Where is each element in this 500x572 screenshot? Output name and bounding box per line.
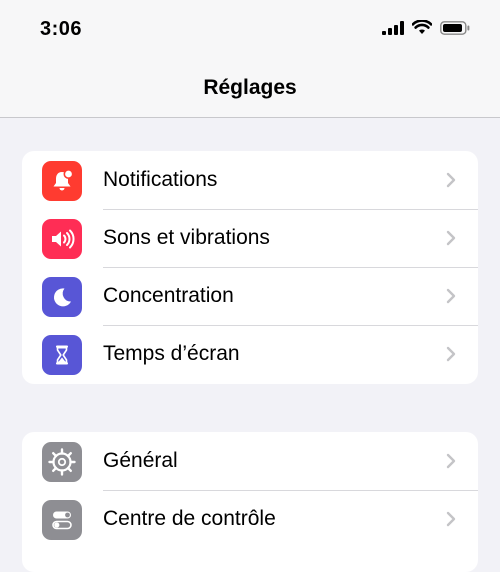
navigation-bar: Réglages — [0, 60, 500, 118]
settings-group-system: Général Centre de contrôle — [22, 432, 478, 572]
settings-row-label: Centre de contrôle — [103, 507, 276, 530]
focus-icon-tile — [42, 277, 82, 317]
screen-time-icon-tile — [42, 335, 82, 375]
toggles-icon — [52, 511, 72, 530]
settings-row-label: Temps d’écran — [103, 342, 240, 365]
cellular-signal-icon — [382, 20, 404, 35]
control-center-icon-tile — [42, 500, 82, 540]
settings-row-screen-time[interactable]: Temps d’écran — [22, 325, 478, 383]
battery-icon — [440, 20, 470, 35]
speaker-icon — [52, 229, 75, 249]
chevron-right-icon — [446, 288, 456, 304]
bell-badge-icon — [53, 169, 74, 191]
settings-row-general[interactable]: Général — [22, 432, 478, 490]
moon-icon — [54, 288, 71, 307]
status-icons — [382, 20, 470, 35]
chevron-right-icon — [446, 453, 456, 469]
chevron-right-icon — [446, 346, 456, 362]
chevron-right-icon — [446, 511, 456, 527]
settings-group-focus: Notifications Sons et vibrations Concent… — [22, 151, 478, 384]
wifi-icon — [412, 20, 432, 34]
settings-row-focus[interactable]: Concentration — [22, 267, 478, 325]
hourglass-icon — [56, 345, 68, 365]
status-bar: 3:06 — [0, 0, 500, 60]
settings-row-control-center[interactable]: Centre de contrôle — [22, 490, 478, 548]
settings-row-label: Notifications — [103, 168, 218, 191]
notifications-icon-tile — [42, 161, 82, 201]
settings-row-notifications[interactable]: Notifications — [22, 151, 478, 209]
chevron-right-icon — [446, 230, 456, 246]
page-title: Réglages — [203, 76, 297, 99]
sounds-icon-tile — [42, 219, 82, 259]
settings-row-label: Sons et vibrations — [103, 226, 270, 249]
general-icon-tile — [42, 442, 82, 482]
gear-icon — [48, 448, 76, 476]
settings-row-sounds[interactable]: Sons et vibrations — [22, 209, 478, 267]
status-time: 3:06 — [40, 18, 83, 40]
chevron-right-icon — [446, 172, 456, 188]
settings-row-label: Concentration — [103, 284, 234, 307]
settings-row-label: Général — [103, 449, 178, 472]
